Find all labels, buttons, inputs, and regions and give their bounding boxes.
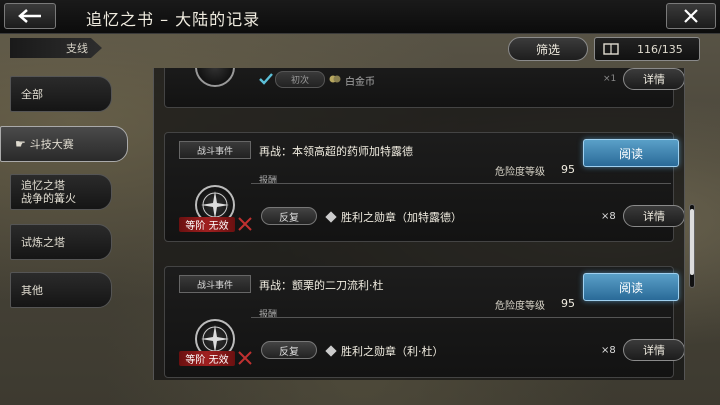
platinum-coin-icon [329,75,341,83]
event-title: 再战：颤栗的二刀流利·杜 [259,279,384,292]
book-icon [603,43,619,55]
danger-level-label: 危险度等级 [495,167,545,178]
reward-item: 胜利之勋章（加特露德） [325,209,462,225]
event-type-tag: 战斗事件 [179,275,251,293]
repeat-tag: 反复 [261,341,317,359]
divider [251,183,671,184]
medal-icon [325,211,337,223]
event-type-tag: 战斗事件 [179,141,251,159]
filter-button[interactable]: 筛选 [508,37,588,61]
reward-name: 胜利之勋章（利·杜） [341,345,444,358]
crossed-swords-icon [238,351,252,365]
scrollbar-thumb[interactable] [690,209,694,275]
repeat-tag: 反复 [261,207,317,225]
read-button[interactable]: 阅读 [583,139,679,167]
check-icon [259,73,273,85]
reward-label: 报酬 [259,176,278,186]
counter-value: 116/135 [637,42,683,56]
sidebar-item-other[interactable]: 其他 [10,272,112,308]
sidebar-item-label: 其他 [21,283,43,297]
danger-level-label: 危险度等级 [495,301,545,312]
detail-button[interactable]: 详情 [623,339,684,361]
medal-icon [325,345,337,357]
sidebar-item-label: 试炼之塔 [21,235,65,249]
reward-label: 报酬 [259,310,278,320]
list-item: 战斗事件 再战：颤栗的二刀流利·杜 阅读 危险度等级 95 报酬 等阶 无效 反… [164,266,684,378]
close-button[interactable] [666,3,716,29]
detail-button[interactable]: 详情 [623,205,684,227]
back-arrow-icon [18,9,41,23]
sidebar-item-label: 追忆之塔 [21,179,65,192]
category-tag: 支线 [10,38,102,58]
sidebar-item-sublabel: 战争的篝火 [21,192,76,205]
crossed-swords-icon [238,217,252,231]
danger-level-value: 95 [561,163,575,176]
list-item: 战斗事件 再战：本领高超的药师加特露德 阅读 危险度等级 95 报酬 等阶 无效… [164,132,684,242]
first-clear-tag: 初次 [275,71,325,88]
top-bar: 追忆之书 – 大陆的记录 [0,0,720,34]
reward-quantity: ×8 [601,211,616,222]
detail-button[interactable]: 详情 [623,68,684,90]
sidebar-item-label: 全部 [21,87,43,101]
reward-name: 胜利之勋章（加特露德） [341,211,462,224]
danger-level-value: 95 [561,297,575,310]
sidebar-item-memory-tower[interactable]: 追忆之塔 战争的篝火 [10,174,112,210]
sidebar-item-trial-tower[interactable]: 试炼之塔 [10,224,112,260]
pointing-hand-icon: ☛ [15,136,26,151]
reward-quantity: ×1 [603,74,617,84]
compass-emblem-icon [195,68,235,87]
reward-item: 胜利之勋章（利·杜） [325,343,444,359]
rank-invalid-badge: 等阶 无效 [179,351,235,366]
reward-quantity: ×8 [601,345,616,356]
back-button[interactable] [4,3,56,29]
event-title: 再战：本领高超的药师加特露德 [259,145,413,158]
divider [251,317,671,318]
sidebar-item-arena[interactable]: ☛ 斗技大赛 [0,126,128,162]
list-item: 初次 白金币 ×1 详情 [164,68,684,108]
rank-invalid-badge: 等阶 无效 [179,217,235,232]
reward-name: 白金币 [345,77,375,88]
scrollbar[interactable] [689,204,695,288]
read-button[interactable]: 阅读 [583,273,679,301]
sidebar-item-all[interactable]: 全部 [10,76,112,112]
records-list[interactable]: 初次 白金币 ×1 详情 战斗事件 再战：本领高超的药师加特露德 阅读 危险度等… [153,68,685,380]
sidebar-item-label: 斗技大赛 [29,137,74,151]
page-title: 追忆之书 – 大陆的记录 [86,10,261,29]
collection-counter: 116/135 [594,37,700,61]
close-icon [684,9,698,23]
